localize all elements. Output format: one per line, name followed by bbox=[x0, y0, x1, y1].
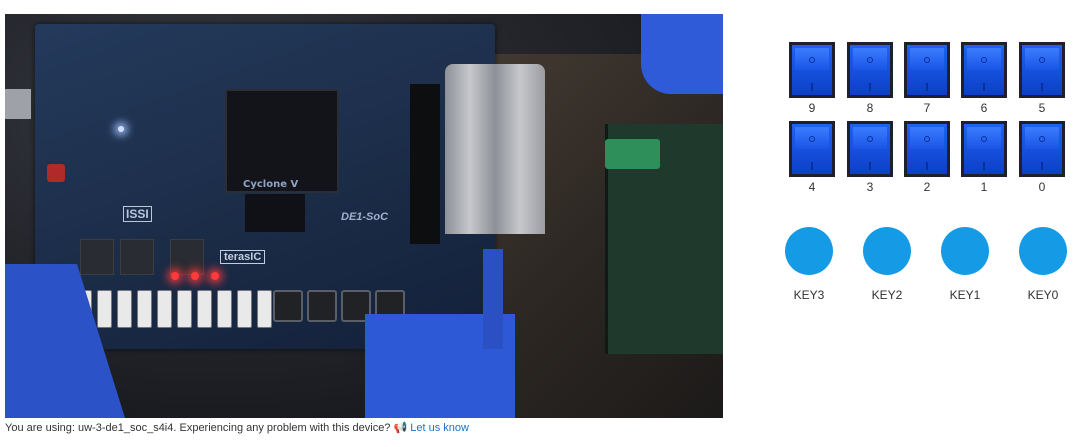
board-slide-switch bbox=[217, 290, 232, 328]
device-status-line: You are using: uw-3-de1_soc_s4i4. Experi… bbox=[5, 421, 469, 434]
board-slide-switch bbox=[157, 290, 172, 328]
ribbon-cable bbox=[445, 64, 545, 234]
switch-label: 5 bbox=[1038, 101, 1046, 115]
camera-feed: Cyclone V ISSI DE1-SoC terasIC bbox=[5, 14, 723, 418]
switch-off-icon bbox=[924, 57, 930, 63]
key3-button[interactable] bbox=[785, 227, 833, 275]
switch-off-icon bbox=[867, 136, 873, 142]
switch-label: 3 bbox=[866, 180, 874, 194]
feed-reset-button bbox=[47, 164, 65, 182]
switch-label: 7 bbox=[923, 101, 931, 115]
switch-2[interactable] bbox=[904, 121, 950, 177]
switch-label: 0 bbox=[1038, 180, 1046, 194]
power-led bbox=[118, 126, 124, 132]
memory-chip bbox=[245, 194, 305, 232]
let-us-know-link[interactable]: Let us know bbox=[410, 422, 469, 434]
red-led bbox=[171, 272, 179, 280]
key3-label: KEY3 bbox=[793, 288, 825, 302]
switch-6[interactable] bbox=[961, 42, 1007, 98]
switch-off-icon bbox=[1039, 136, 1045, 142]
switch-off-icon bbox=[981, 136, 987, 142]
key2-label: KEY2 bbox=[871, 288, 903, 302]
switch-label: 1 bbox=[980, 180, 988, 194]
key2-button[interactable] bbox=[863, 227, 911, 275]
feed-blue-mount bbox=[641, 14, 723, 94]
switch-off-icon bbox=[867, 57, 873, 63]
board-slide-switch bbox=[177, 290, 192, 328]
fpga-chip-label: Cyclone V bbox=[243, 179, 299, 190]
feed-blue-clip bbox=[483, 249, 503, 349]
board-slide-switch bbox=[97, 290, 112, 328]
feed-terminal-block bbox=[605, 139, 660, 169]
switch-label: 4 bbox=[808, 180, 816, 194]
red-led bbox=[191, 272, 199, 280]
feed-usb-port bbox=[5, 89, 31, 119]
switch-0[interactable] bbox=[1019, 121, 1065, 177]
switch-off-icon bbox=[1039, 57, 1045, 63]
switch-on-icon bbox=[811, 162, 813, 170]
board-pushbutton bbox=[273, 290, 303, 322]
feed-gpio-header bbox=[410, 84, 440, 244]
switch-on-icon bbox=[1041, 162, 1043, 170]
switch-on-icon bbox=[983, 162, 985, 170]
switch-off-icon bbox=[809, 57, 815, 63]
switch-label: 8 bbox=[866, 101, 874, 115]
key1-label: KEY1 bbox=[949, 288, 981, 302]
switch-off-icon bbox=[809, 136, 815, 142]
switch-on-icon bbox=[926, 83, 928, 91]
key0-button[interactable] bbox=[1019, 227, 1067, 275]
board-slide-switch bbox=[117, 290, 132, 328]
switch-1[interactable] bbox=[961, 121, 1007, 177]
switch-off-icon bbox=[981, 57, 987, 63]
board-model-label: DE1-SoC bbox=[341, 211, 389, 223]
device-status-text: You are using: uw-3-de1_soc_s4i4. Experi… bbox=[5, 422, 391, 434]
switch-on-icon bbox=[926, 162, 928, 170]
switch-8[interactable] bbox=[847, 42, 893, 98]
brand-label: terasIC bbox=[220, 250, 266, 264]
switch-on-icon bbox=[869, 162, 871, 170]
seven-seg-digit bbox=[120, 239, 154, 275]
switch-5[interactable] bbox=[1019, 42, 1065, 98]
megaphone-icon: 📢 bbox=[393, 422, 408, 434]
switch-label: 6 bbox=[980, 101, 988, 115]
board-slide-switch bbox=[237, 290, 252, 328]
key1-button[interactable] bbox=[941, 227, 989, 275]
seven-seg-digit bbox=[80, 239, 114, 275]
issi-label: ISSI bbox=[123, 206, 152, 222]
key0-label: KEY0 bbox=[1027, 288, 1059, 302]
board-slide-switch bbox=[197, 290, 212, 328]
red-led bbox=[211, 272, 219, 280]
switch-3[interactable] bbox=[847, 121, 893, 177]
switch-on-icon bbox=[811, 83, 813, 91]
switch-off-icon bbox=[924, 136, 930, 142]
board-slide-switch bbox=[137, 290, 152, 328]
switch-9[interactable] bbox=[789, 42, 835, 98]
switch-label: 9 bbox=[808, 101, 816, 115]
seven-seg-digit bbox=[170, 239, 204, 275]
switch-on-icon bbox=[869, 83, 871, 91]
switch-on-icon bbox=[983, 83, 985, 91]
board-pushbutton bbox=[307, 290, 337, 322]
fpga-chip bbox=[225, 89, 339, 193]
switch-7[interactable] bbox=[904, 42, 950, 98]
board-slide-switch bbox=[257, 290, 272, 328]
switch-4[interactable] bbox=[789, 121, 835, 177]
switch-on-icon bbox=[1041, 83, 1043, 91]
switch-label: 2 bbox=[923, 180, 931, 194]
